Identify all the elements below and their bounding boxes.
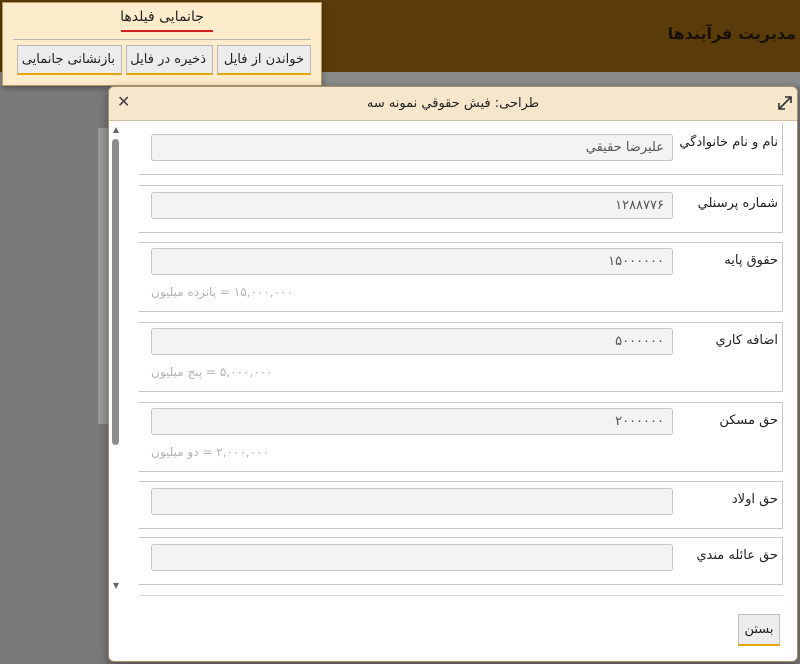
design-dialog: ✕ طراحی: فيش حقوقي نمونه سه ▲ ▼ نام و نا…: [108, 86, 798, 662]
base-salary-field[interactable]: ۱۵۰۰۰۰۰۰: [151, 248, 673, 275]
panel-divider: [13, 39, 311, 40]
housing-allowance-field[interactable]: ۲۰۰۰۰۰۰: [151, 408, 673, 435]
dialog-title: طراحی: فيش حقوقي نمونه سه: [366, 96, 540, 111]
app-title: مديريت فرآيندها: [667, 24, 796, 43]
scrollbar-thumb[interactable]: [112, 139, 119, 445]
field-label: حقوق پايه: [724, 253, 778, 268]
footer-divider: [139, 595, 783, 596]
field-row-housing-allowance: حق مسکن ۲۰۰۰۰۰۰ ۲,۰۰۰,۰۰۰ = دو میلیون: [139, 402, 783, 472]
reset-layout-button[interactable]: بازنشانی جانمایی: [17, 45, 122, 75]
family-allowance-field[interactable]: [151, 544, 673, 571]
scroll-down-arrow-icon[interactable]: ▼: [111, 581, 121, 590]
dialog-header: ✕ طراحی: فيش حقوقي نمونه سه: [109, 87, 797, 121]
field-row-base-salary: حقوق پايه ۱۵۰۰۰۰۰۰ ۱۵,۰۰۰,۰۰۰ = پانزده م…: [139, 242, 783, 312]
background-panel-edge: [98, 128, 108, 424]
field-label: حق مسکن: [719, 413, 778, 428]
field-row-family-allowance: حق عائله مندي: [139, 537, 783, 585]
field-label: حق عائله مندي: [696, 548, 778, 563]
expand-icon[interactable]: [778, 96, 792, 110]
field-help-text: ۵,۰۰۰,۰۰۰ = پنج میلیون: [151, 365, 273, 379]
field-label: حق اولاد: [731, 492, 778, 507]
field-row-overtime: اضافه کاري ۵۰۰۰۰۰۰ ۵,۰۰۰,۰۰۰ = پنج میلیو…: [139, 322, 783, 392]
field-help-text: ۲,۰۰۰,۰۰۰ = دو میلیون: [151, 445, 270, 459]
personnel-number-field[interactable]: ۱۲۸۸۷۷۶: [151, 192, 673, 219]
load-from-file-button[interactable]: خواندن از فایل: [217, 45, 311, 75]
field-layout-title: جانمایی فیلدها: [120, 9, 204, 25]
field-row-personnel-number: شماره پرسنلي ۱۲۸۸۷۷۶: [139, 185, 783, 233]
field-help-text: ۱۵,۰۰۰,۰۰۰ = پانزده میلیون: [151, 285, 293, 299]
save-to-file-button[interactable]: ذخیره در فایل: [126, 45, 213, 75]
field-label: نام و نام خانوادگي: [679, 135, 778, 150]
dialog-scroll-area[interactable]: ▲ ▼ نام و نام خانوادگي عليرضا حقيقي شمار…: [109, 123, 797, 593]
vertical-scrollbar[interactable]: ▲ ▼: [109, 123, 123, 593]
field-label: اضافه کاري: [715, 333, 778, 348]
overtime-field[interactable]: ۵۰۰۰۰۰۰: [151, 328, 673, 355]
field-layout-panel: جانمایی فیلدها خواندن از فایل ذخیره در ف…: [2, 2, 322, 86]
child-allowance-field[interactable]: [151, 488, 673, 515]
title-underline: [121, 30, 213, 32]
full-name-field[interactable]: عليرضا حقيقي: [151, 134, 673, 161]
field-row-full-name: نام و نام خانوادگي عليرضا حقيقي: [139, 123, 783, 175]
field-label: شماره پرسنلي: [697, 196, 778, 211]
scroll-up-arrow-icon[interactable]: ▲: [111, 125, 121, 134]
close-button[interactable]: بستن: [738, 614, 780, 646]
field-row-child-allowance: حق اولاد: [139, 481, 783, 529]
